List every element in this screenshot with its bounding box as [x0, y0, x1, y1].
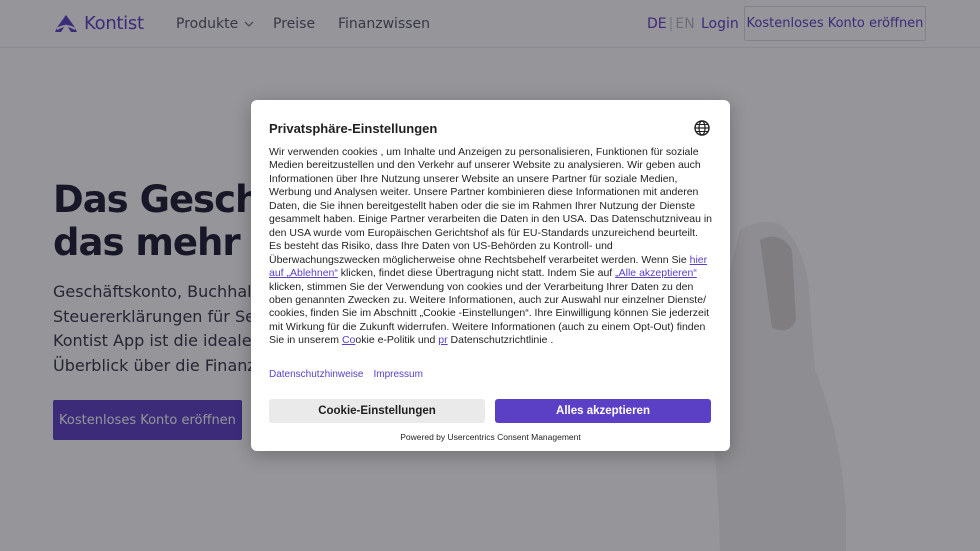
consent-footer-links: Datenschutzhinweise Impressum	[269, 369, 423, 380]
cookie-settings-button[interactable]: Cookie-Einstellungen	[269, 399, 485, 423]
datenschutzhinweise-link[interactable]: Datenschutzhinweise	[269, 369, 364, 380]
impressum-link[interactable]: Impressum	[374, 369, 423, 380]
globe-icon[interactable]	[694, 120, 710, 136]
powered-by-text: Powered by Usercentrics Consent Manageme…	[400, 432, 581, 442]
consent-dialog: Privatsphäre-Einstellungen Wir verwenden…	[251, 100, 730, 451]
consent-text-1: Wir verwenden cookies , um Inhalte und A…	[269, 146, 713, 266]
accept-all-link[interactable]: „Alle akzeptieren“	[615, 267, 697, 279]
cookie-policy-link[interactable]: Co	[342, 334, 355, 346]
privacy-policy-link[interactable]: pr	[438, 334, 447, 346]
consent-text-4: okie e-Politik und	[355, 334, 439, 347]
consent-text-2: klicken, findet diese Übertragung nicht …	[337, 267, 616, 280]
consent-text-5: Datenschutzrichtlinie .	[447, 334, 554, 347]
consent-title: Privatsphäre-Einstellungen	[269, 121, 438, 136]
consent-body: Wir verwenden cookies , um Inhalte und A…	[269, 146, 712, 348]
accept-all-button[interactable]: Alles akzeptieren	[495, 399, 711, 423]
